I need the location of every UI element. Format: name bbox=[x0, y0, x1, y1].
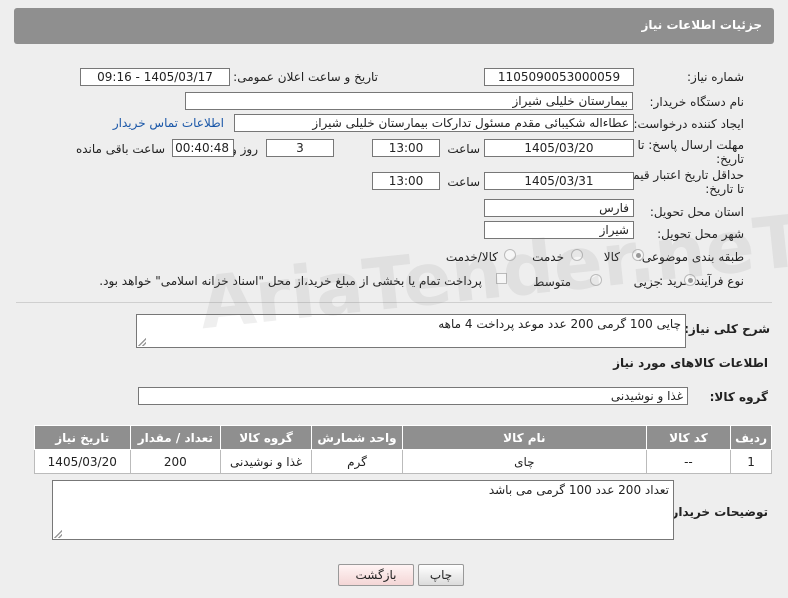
remaining-time-field: 00:40:48 bbox=[172, 139, 234, 157]
col-header-group: گروه کالا bbox=[220, 425, 312, 450]
print-button[interactable]: چاپ bbox=[418, 564, 464, 586]
table-header-row: ردیف کد کالا نام کالا واحد شمارش گروه کا… bbox=[34, 425, 772, 450]
category-option-goods: کالا bbox=[603, 250, 620, 264]
deadline-time-field: 13:00 bbox=[372, 139, 440, 157]
cell-row-number: 1 bbox=[730, 449, 772, 474]
process-radio-medium[interactable] bbox=[590, 274, 602, 286]
description-text: چایی 100 گرمی 200 عدد موعد پرداخت 4 ماهه bbox=[438, 317, 681, 331]
cell-unit: گرم bbox=[310, 449, 403, 474]
announce-field: 1405/03/17 - 09:16 bbox=[80, 68, 230, 86]
city-field: شیراز bbox=[484, 221, 634, 239]
validity-label: حداقل تاریخ اعتبار قیمت: bbox=[617, 168, 744, 182]
col-header-name: نام کالا bbox=[401, 425, 647, 450]
payment-checkbox[interactable] bbox=[496, 273, 507, 284]
goods-section-title: اطلاعات کالاهای مورد نیاز bbox=[613, 356, 768, 370]
creator-label: ایجاد کننده درخواست: bbox=[633, 117, 744, 131]
category-option-goods-service: کالا/خدمت bbox=[445, 250, 498, 264]
payment-note: پرداخت تمام یا بخشی از مبلغ خرید،از محل … bbox=[99, 274, 482, 288]
category-option-service: خدمت bbox=[532, 250, 564, 264]
description-label: شرح کلی نیاز: bbox=[684, 322, 770, 336]
goods-group-field: غذا و نوشیدنی bbox=[138, 387, 688, 405]
category-label: طبقه بندی موضوعی: bbox=[637, 250, 744, 264]
goods-table: ردیف کد کالا نام کالا واحد شمارش گروه کا… bbox=[34, 425, 772, 474]
process-option-minor: جزیی bbox=[633, 275, 661, 289]
buyer-notes-field: تعداد 200 عدد 100 گرمی می باشد bbox=[52, 480, 674, 540]
col-header-quantity: تعداد / مقدار bbox=[129, 425, 222, 450]
process-radio-minor[interactable] bbox=[684, 274, 696, 286]
deadline-label: مهلت ارسال پاسخ: تا bbox=[637, 138, 744, 152]
col-header-row-number: ردیف bbox=[730, 425, 772, 450]
page-title: جزئیات اطلاعات نیاز bbox=[14, 8, 774, 44]
days-field: 3 bbox=[266, 139, 334, 157]
creator-field: عطاءاله شکیبائی مقدم مسئول تدارکات بیمار… bbox=[234, 114, 634, 132]
cell-group: غذا و نوشیدنی bbox=[220, 449, 312, 474]
col-header-date: تاریخ نیاز bbox=[34, 425, 131, 450]
category-radio-service[interactable] bbox=[571, 249, 583, 261]
province-label: استان محل تحویل: bbox=[649, 205, 744, 219]
resize-handle-icon[interactable] bbox=[54, 530, 62, 538]
buyer-org-label: نام دستگاه خریدار: bbox=[649, 95, 745, 109]
buyer-org-field: بیمارستان خلیلی شیراز bbox=[185, 92, 633, 110]
validity-time-field: 13:00 bbox=[372, 172, 440, 190]
validity-label-date: تا تاریخ: bbox=[705, 182, 744, 196]
need-number-label: شماره نیاز: bbox=[687, 70, 744, 84]
validity-date-field: 1405/03/31 bbox=[484, 172, 634, 190]
deadline-label-date: تاریخ: bbox=[716, 152, 744, 166]
buyer-contact-link[interactable]: اطلاعات تماس خریدار bbox=[113, 116, 224, 130]
buyer-notes-text: تعداد 200 عدد 100 گرمی می باشد bbox=[488, 483, 669, 497]
city-label: شهر محل تحویل: bbox=[657, 227, 744, 241]
cell-date: 1405/03/20 bbox=[34, 449, 131, 474]
process-option-medium: متوسط bbox=[533, 275, 571, 289]
buyer-notes-label: توضیحات خریدار: bbox=[666, 505, 768, 519]
province-field: فارس bbox=[484, 199, 634, 217]
col-header-unit: واحد شمارش bbox=[310, 425, 403, 450]
col-header-code: کد کالا bbox=[645, 425, 732, 450]
goods-group-label: گروه کالا: bbox=[709, 390, 768, 404]
category-radio-goods-service[interactable] bbox=[504, 249, 516, 261]
days-label: روز و bbox=[231, 142, 258, 156]
process-label: نوع فرآیند خرید : bbox=[659, 274, 744, 288]
description-field: چایی 100 گرمی 200 عدد موعد پرداخت 4 ماهه bbox=[136, 314, 686, 348]
resize-handle-icon[interactable] bbox=[138, 338, 146, 346]
cell-quantity: 200 bbox=[129, 449, 222, 474]
need-number-field: 1105090053000059 bbox=[484, 68, 634, 86]
table-row: 1 -- چای گرم غذا و نوشیدنی 200 1405/03/2… bbox=[34, 449, 772, 474]
cell-name: چای bbox=[401, 449, 647, 474]
category-radio-goods[interactable] bbox=[632, 249, 644, 261]
announce-label: تاریخ و ساعت اعلان عمومی: bbox=[233, 70, 378, 84]
section-divider bbox=[16, 302, 772, 303]
deadline-time-label: ساعت bbox=[447, 142, 480, 156]
remaining-time-label: ساعت باقی مانده bbox=[75, 142, 165, 156]
validity-time-label: ساعت bbox=[447, 175, 480, 189]
cell-code: -- bbox=[645, 449, 732, 474]
deadline-date-field: 1405/03/20 bbox=[484, 139, 634, 157]
back-button[interactable]: بازگشت bbox=[338, 564, 414, 586]
